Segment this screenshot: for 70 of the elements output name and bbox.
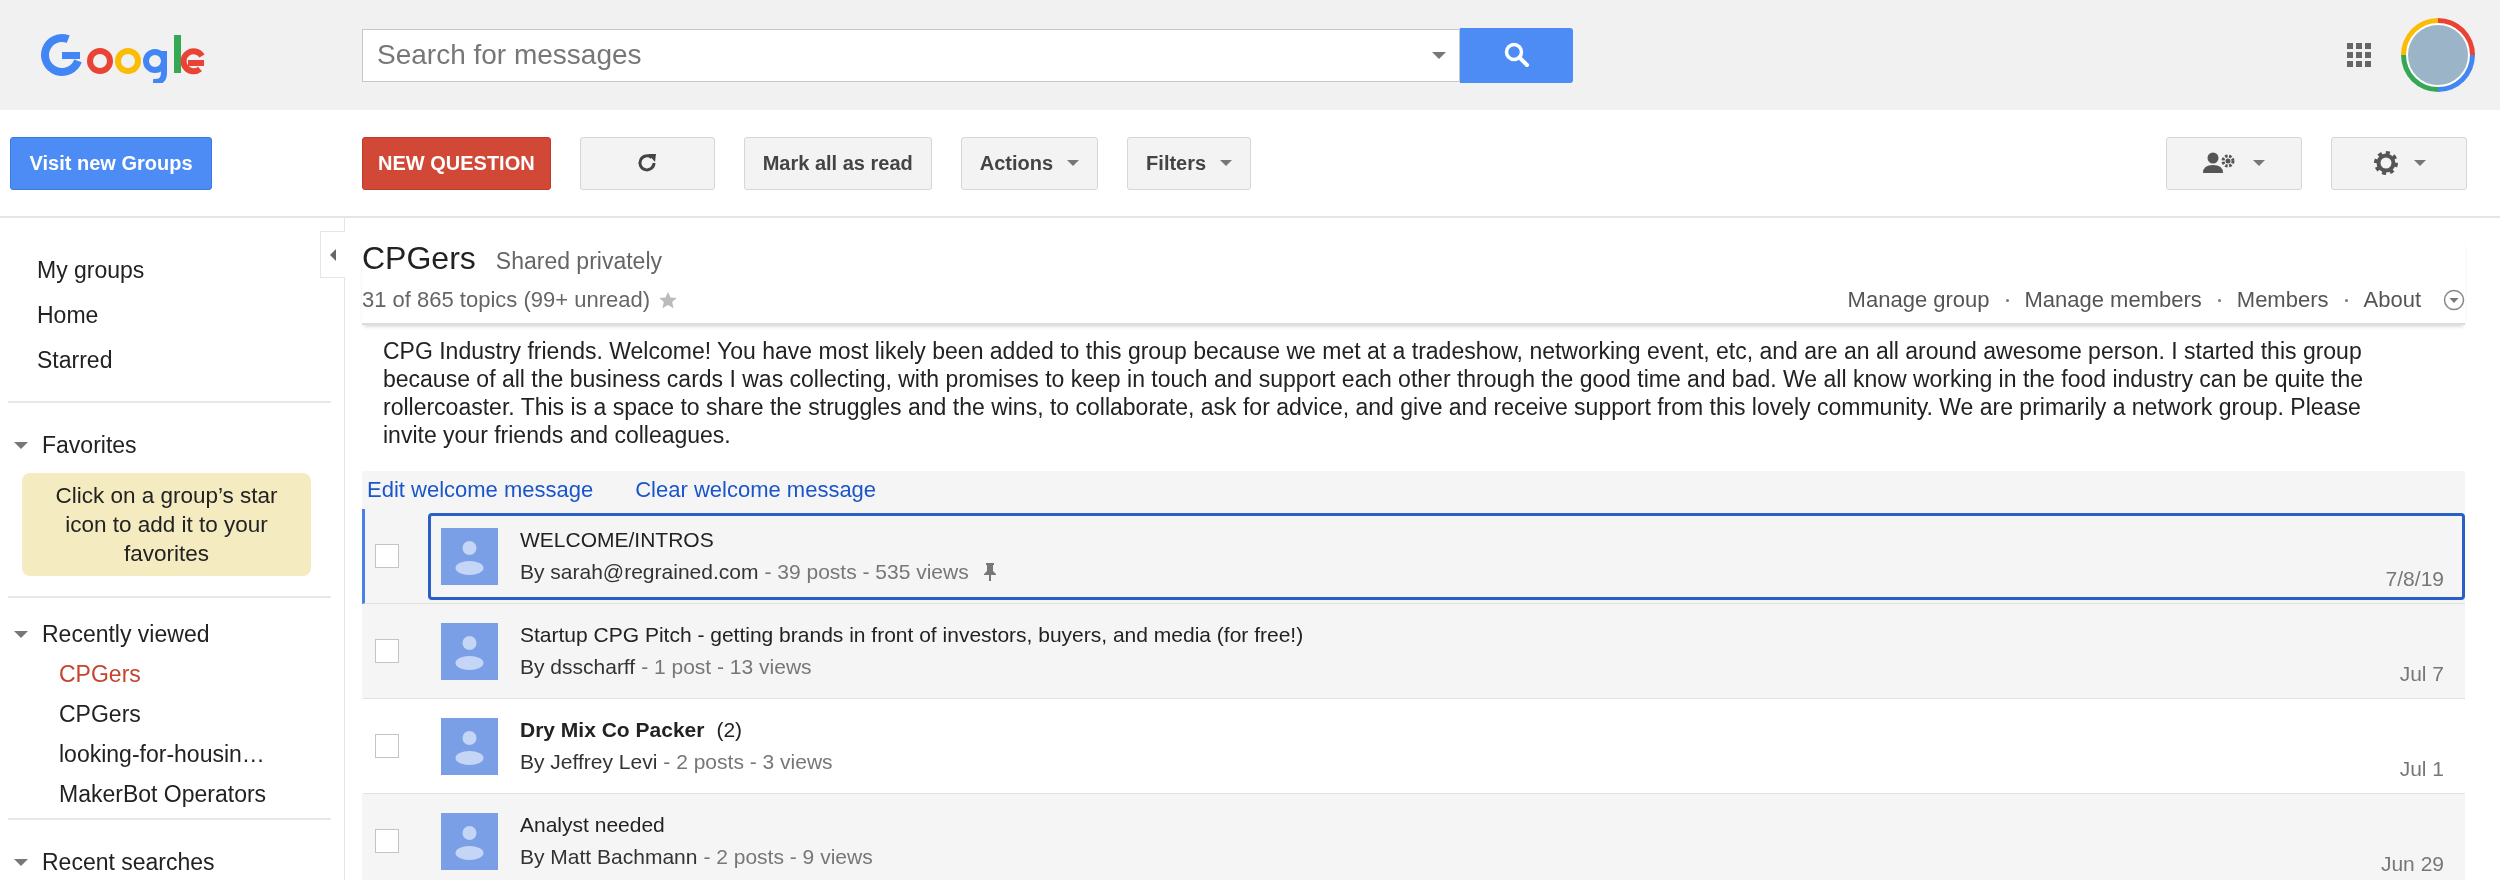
section-heading[interactable]: Recently viewed bbox=[42, 620, 210, 648]
section-heading[interactable]: Recent searches bbox=[42, 848, 215, 876]
topic-author: By sarah@regrained.com bbox=[520, 560, 759, 584]
dropdown-button[interactable]: Actions bbox=[960, 136, 1099, 190]
topic-title[interactable]: Analyst needed bbox=[520, 813, 665, 837]
group-link[interactable]: Members bbox=[2236, 287, 2329, 313]
search-icon bbox=[1503, 42, 1530, 68]
sidebar-item[interactable]: CPGers bbox=[8, 694, 331, 734]
avatar-placeholder-icon bbox=[441, 527, 498, 585]
group-link[interactable]: Manage group bbox=[1847, 287, 1990, 313]
avatar-placeholder-icon bbox=[441, 622, 498, 680]
topic-stats: - 2 posts - 9 views bbox=[703, 845, 873, 869]
topic-author: By Matt Bachmann bbox=[520, 845, 698, 869]
section-heading[interactable]: Favorites bbox=[42, 431, 137, 459]
welcome-link[interactable]: Clear welcome message bbox=[635, 477, 877, 503]
caret-icon bbox=[2414, 160, 2426, 166]
avatar-placeholder-icon bbox=[441, 717, 498, 775]
disclosure-triangle-icon[interactable] bbox=[14, 858, 28, 866]
new-question-button[interactable]: NEW QUESTION bbox=[362, 136, 551, 190]
member-settings-button[interactable] bbox=[2166, 136, 2302, 190]
topic-date: 7/8/19 bbox=[2385, 566, 2444, 591]
topic-stats: - 39 posts - 535 views bbox=[764, 560, 969, 584]
group-link[interactable]: About bbox=[2363, 287, 2421, 313]
topic-row[interactable]: WELCOME/INTROS By sarah@regrained.com - 39 posts - 535 views 7/8/19 bbox=[362, 509, 2465, 604]
sidebar-item[interactable]: My groups bbox=[37, 248, 145, 293]
topic-stats: - 1 post - 13 views bbox=[641, 655, 812, 679]
search-field[interactable]: Search for messages bbox=[362, 28, 1460, 82]
topic-author: By dsscharff bbox=[520, 655, 636, 679]
sidebar-item[interactable]: MakerBot Operators bbox=[8, 774, 331, 814]
checkbox[interactable] bbox=[375, 734, 399, 758]
caret-icon bbox=[2253, 160, 2265, 166]
apps-grid-icon[interactable] bbox=[2347, 43, 2371, 67]
checkbox[interactable] bbox=[375, 544, 399, 568]
settings-icon bbox=[2372, 149, 2400, 177]
refresh-button[interactable] bbox=[579, 136, 715, 190]
sidebar-item[interactable]: Home bbox=[37, 293, 99, 338]
post-count: (2) bbox=[716, 718, 743, 742]
group-title: CPGers bbox=[362, 240, 476, 277]
sidebar-item[interactable]: Starred bbox=[37, 338, 113, 383]
topic-count: 31 of 865 topics (99+ unread) bbox=[362, 287, 651, 313]
mark-read-button[interactable]: Mark all as read bbox=[743, 136, 932, 190]
topic-row[interactable]: Startup CPG Pitch - getting brands in front of investors, buyers, and media (for free!) By dsscharff - 1 post - 13 views Jul 7 bbox=[362, 604, 2465, 699]
topic-date: Jul 7 bbox=[2399, 661, 2444, 686]
checkbox[interactable] bbox=[375, 829, 399, 853]
disclosure-triangle-icon[interactable] bbox=[14, 630, 28, 638]
settings-button[interactable] bbox=[2331, 136, 2467, 190]
welcome-message: CPG Industry friends. Welcome! You have most likely been added to this group because we met at a tradeshow, networking event, etc, and are an all around awesome person. I started this group because of all the business cards I was collecting, with promises to keep in touch and support each other through the good time and bad. We all know working in the food industry can be quite the rollercoaster. This is a space to share the struggles and the wins, to collaborate, ask for advice, and give and receive support from this lovely community. We are primarily a network group. Please invite your friends and colleagues. bbox=[382, 337, 2365, 450]
topic-title[interactable]: WELCOME/INTROS bbox=[520, 528, 714, 552]
topic-title[interactable]: Startup CPG Pitch - getting brands in front of investors, buyers, and media (for free!) bbox=[520, 623, 1304, 647]
search-button[interactable] bbox=[1460, 27, 1573, 83]
topic-date: Jul 1 bbox=[2399, 756, 2444, 781]
favorites-hint: Click on a group’s star icon to add it to your favorites bbox=[22, 473, 311, 576]
sharing-label: Shared privately bbox=[495, 248, 662, 275]
caret-icon[interactable] bbox=[1432, 51, 1446, 59]
topic-row[interactable]: Analyst needed By Matt Bachmann - 2 posts - 9 views Jun 29 bbox=[362, 794, 2465, 880]
star-icon[interactable] bbox=[658, 290, 679, 310]
avatar-placeholder-icon bbox=[441, 812, 498, 870]
sidebar-item[interactable]: looking-for-housin… bbox=[8, 734, 331, 774]
topic-title[interactable]: Dry Mix Co Packer bbox=[520, 718, 705, 742]
sidebar-item[interactable]: CPGers bbox=[8, 654, 331, 694]
disclosure-triangle-icon[interactable] bbox=[14, 441, 28, 449]
dropdown-circle-icon[interactable] bbox=[2443, 289, 2465, 311]
topic-stats: - 2 posts - 3 views bbox=[663, 750, 833, 774]
collapse-button[interactable] bbox=[320, 231, 345, 278]
topic-author: By Jeffrey Levi bbox=[520, 750, 658, 774]
topic-date: Jun 29 bbox=[2380, 851, 2444, 876]
checkbox[interactable] bbox=[375, 639, 399, 663]
dropdown-button[interactable]: Filters bbox=[1127, 136, 1252, 190]
welcome-link[interactable]: Edit welcome message bbox=[367, 477, 594, 503]
group-link[interactable]: Manage members bbox=[2024, 287, 2202, 313]
